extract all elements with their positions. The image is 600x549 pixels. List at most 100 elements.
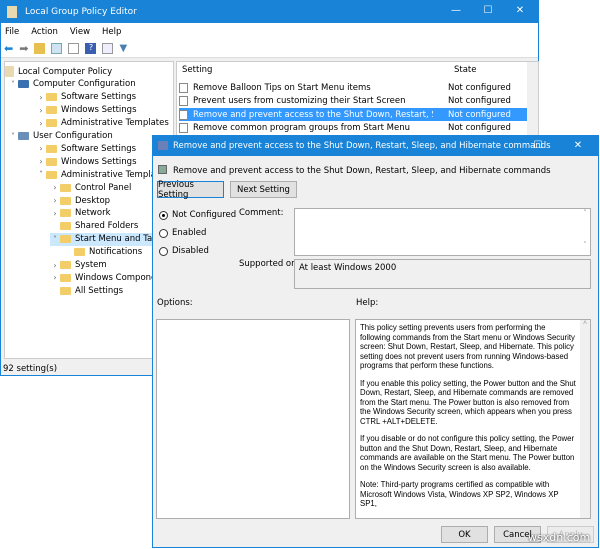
chevron-icon[interactable]: › [50,196,60,205]
tree-item[interactable]: › Desktop [50,194,110,207]
radio-label: Disabled [172,246,209,256]
policy-icon [158,141,168,150]
tree-item[interactable]: ˅ Administrative Templates [36,168,169,181]
tree-item[interactable]: › Software Settings [36,91,136,104]
chevron-icon[interactable]: › [50,183,60,192]
help-scrollbar[interactable]: ˄ [580,320,590,518]
help-label: Help: [356,298,379,308]
menu-action[interactable]: Action [31,27,58,37]
supported-on-label: Supported on: [239,259,300,269]
tree-item[interactable]: Local Computer Policy [5,65,112,78]
chevron-icon[interactable]: ˅ [8,80,18,89]
setting-state: Not configured [448,109,511,120]
setting-icon [158,165,167,174]
tree-pane: Local Computer Policy ˅ Computer Configura… [4,61,176,359]
policy-setting-icon [179,109,188,120]
supported-on-value: At least Windows 2000 [299,263,397,273]
tree-item[interactable]: Shared Folders [50,220,138,233]
setting-name: Remove Balloon Tips on Start Menu items [193,82,371,93]
ok-button[interactable]: OK [441,526,488,543]
chevron-icon[interactable]: ˅ [36,170,46,179]
folder-icon [5,66,14,77]
dialog-close-button[interactable]: ✕ [563,140,593,151]
setting-state: Not configured [448,123,511,133]
watermark: wsxdn.com [528,531,591,544]
dialog-header: Remove and prevent access to the Shut Do… [173,166,551,176]
setting-state: Not configured [448,96,511,106]
tree-item-label: Control Panel [75,182,132,193]
properties-icon[interactable] [102,43,114,54]
column-header-state[interactable]: State [454,65,477,79]
chevron-icon[interactable]: › [36,106,46,115]
chevron-icon[interactable]: › [50,273,60,282]
tree-item-label: Administrative Templates [61,118,169,129]
tree-item[interactable]: › Administrative Templates [36,117,169,130]
tree-item[interactable]: › Network [50,207,111,220]
help-pane: This policy setting prevents users from … [355,319,591,519]
setting-name: Prevent users from customizing their Sta… [193,96,406,106]
policy-setting-icon [179,96,188,106]
chevron-icon[interactable]: › [36,93,46,102]
list-row[interactable]: Prevent users from customizing their Sta… [179,95,529,108]
tree-item[interactable]: Notifications [64,246,142,259]
folder-icon [46,170,57,179]
tree-item-label: User Configuration [33,131,113,141]
next-setting-button[interactable]: Next Setting [230,181,297,198]
chevron-icon[interactable]: › [36,119,46,128]
tree-item[interactable]: › Control Panel [50,181,131,194]
list-row[interactable]: Remove and prevent access to the Shut Do… [179,108,529,121]
radio-enabled[interactable]: Enabled [159,228,206,238]
policy-setting-icon [179,123,188,133]
radio-not-configured[interactable]: Not Configured [159,210,236,220]
tree-item[interactable]: › Software Settings [36,142,136,155]
chevron-icon[interactable]: ˅ [8,132,18,141]
show-hide-tree-icon[interactable] [51,43,63,54]
tree-item[interactable]: All Settings [50,284,123,297]
setting-name: Remove and prevent access to the Shut Do… [193,109,433,120]
menu-file[interactable]: File [5,27,19,37]
chevron-icon[interactable]: › [50,209,60,218]
help-paragraph: This policy setting prevents users from … [360,323,575,370]
chevron-icon[interactable]: › [50,261,60,270]
tree-item-label: Network [75,208,111,219]
toolbar: ⬅ ➡ ? ▼ [1,40,538,58]
list-row[interactable]: Remove Balloon Tips on Start Menu items N… [179,81,529,94]
export-list-icon[interactable] [68,43,80,54]
tree-item-label: Shared Folders [75,221,139,232]
close-button[interactable]: ✕ [505,5,535,16]
tree-item[interactable]: › System [50,259,106,272]
folder-icon [46,93,57,102]
chevron-icon[interactable]: ˅ [50,235,60,244]
dialog-maximize-button[interactable]: ☐ [523,140,553,151]
options-pane [156,319,350,519]
back-icon[interactable]: ⬅ [4,42,13,55]
tree-item[interactable]: › Windows Settings [36,104,137,117]
policy-dialog: Remove and prevent access to the Shut Do… [152,135,599,548]
list-row[interactable]: Remove common program groups from Start … [179,122,529,135]
folder-icon [60,286,71,295]
minimize-button[interactable]: — [441,5,471,16]
tree-item-label: Windows Settings [61,105,137,116]
folder-icon [18,132,29,140]
help-paragraph: If you disable or do not configure this … [360,434,575,472]
help-icon[interactable]: ? [85,43,97,54]
maximize-button[interactable]: ☐ [473,5,503,16]
filter-icon[interactable]: ▼ [119,43,127,54]
up-folder-icon[interactable] [34,43,46,54]
tree-item-label: Software Settings [61,143,137,154]
chevron-icon[interactable]: › [36,157,46,166]
radio-disabled[interactable]: Disabled [159,246,209,256]
previous-setting-button[interactable]: Previous Setting [157,180,224,200]
comment-input[interactable]: ˄ ˅ [294,208,591,256]
tree-item[interactable]: › Windows Settings [36,155,136,168]
menu-help[interactable]: Help [102,27,121,37]
tree-item[interactable]: ˅ Computer Configuration [8,78,136,91]
folder-icon [46,119,57,128]
tree-item-label: Desktop [75,195,111,206]
column-header-setting[interactable]: Setting [182,65,212,79]
chevron-icon[interactable]: › [36,144,46,153]
forward-icon[interactable]: ➡ [19,42,28,55]
menu-view[interactable]: View [70,27,90,37]
folder-icon [60,209,71,218]
tree-item[interactable]: ˅ User Configuration [8,130,113,143]
